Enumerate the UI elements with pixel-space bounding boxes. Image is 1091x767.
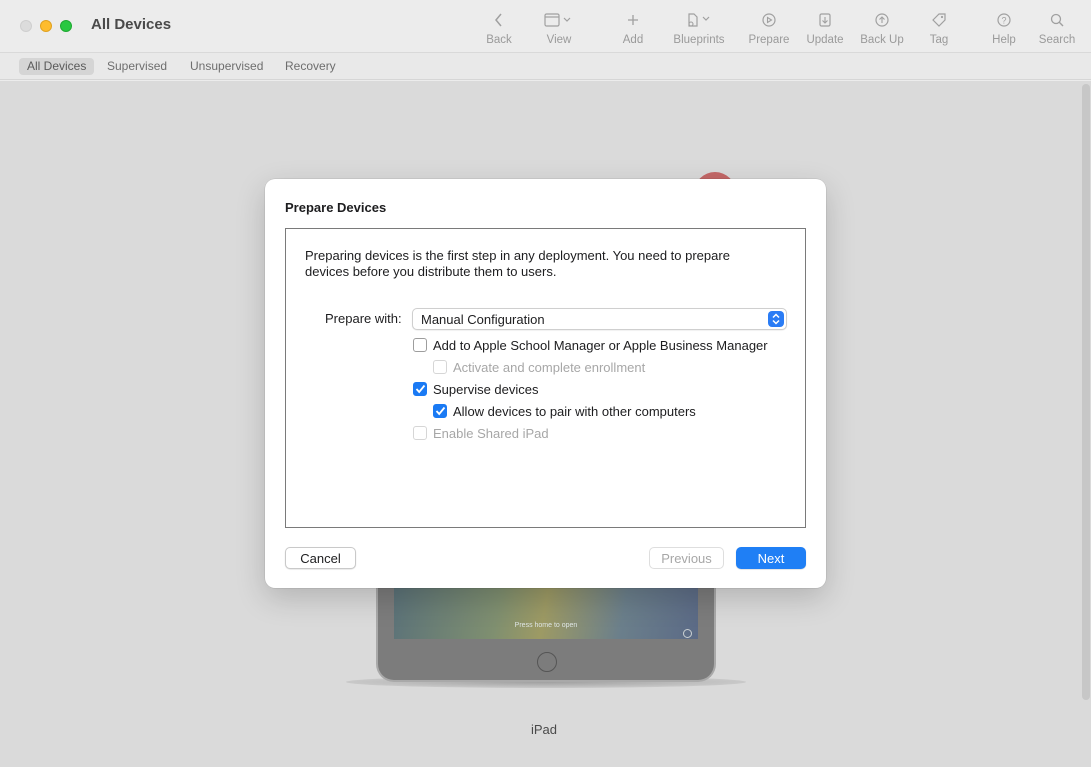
toolbar-tag-label: Tag xyxy=(929,34,949,46)
ipad-lock-text: Press home to open xyxy=(514,622,578,629)
filter-supervised[interactable]: Supervised xyxy=(99,58,175,75)
toolbar-update-label: Update xyxy=(806,34,844,46)
toolbar-add-button[interactable]: Add xyxy=(619,10,647,50)
window-title: All Devices xyxy=(91,16,172,33)
home-button-icon xyxy=(537,652,557,672)
toolbar-search-label: Search xyxy=(1038,34,1076,46)
checkbox-activate-enrollment xyxy=(433,360,447,374)
update-icon xyxy=(819,10,831,30)
option-shared-ipad-label: Enable Shared iPad xyxy=(433,425,549,441)
option-activate-enrollment-label: Activate and complete enrollment xyxy=(453,359,646,375)
toolbar-help-button[interactable]: ? Help xyxy=(990,10,1018,50)
cancel-button[interactable]: Cancel xyxy=(285,547,356,569)
blueprints-icon xyxy=(685,10,713,30)
svg-text:?: ? xyxy=(1001,16,1006,26)
filter-recovery[interactable]: Recovery xyxy=(277,58,344,75)
toolbar-view-label: View xyxy=(546,34,572,46)
chevron-left-icon xyxy=(494,10,504,30)
option-supervise[interactable]: Supervise devices xyxy=(413,380,539,398)
minimize-window-button[interactable] xyxy=(40,20,52,32)
checkbox-add-to-manager[interactable] xyxy=(413,338,427,352)
vertical-scrollbar[interactable] xyxy=(1082,84,1090,700)
backup-icon xyxy=(875,10,889,30)
prepare-icon xyxy=(762,10,776,30)
tag-icon xyxy=(931,10,947,30)
toolbar-backup-label: Back Up xyxy=(860,34,904,46)
toolbar-view-button[interactable]: View xyxy=(539,10,579,50)
checkmark-icon xyxy=(435,406,445,416)
option-allow-pair-label: Allow devices to pair with other compute… xyxy=(453,403,696,419)
toolbar-tag-button[interactable]: Tag xyxy=(925,10,953,50)
previous-button: Previous xyxy=(649,547,724,569)
toolbar-prepare-label: Prepare xyxy=(748,34,790,46)
plus-icon xyxy=(627,10,639,30)
prepare-with-value: Manual Configuration xyxy=(421,312,545,327)
prepare-with-popup[interactable]: Manual Configuration xyxy=(412,308,787,330)
toolbar-blueprints-label: Blueprints xyxy=(673,34,725,46)
toolbar-search-button[interactable]: Search xyxy=(1037,10,1077,50)
prepare-devices-dialog: Prepare Devices Preparing devices is the… xyxy=(265,179,826,588)
toolbar-add-label: Add xyxy=(622,34,644,46)
device-filter-bar: All Devices Supervised Unsupervised Reco… xyxy=(0,52,1091,80)
device-name-label: iPad xyxy=(530,722,558,737)
toolbar-update-button[interactable]: Update xyxy=(804,10,846,50)
toolbar-prepare-button[interactable]: Prepare xyxy=(747,10,791,50)
checkbox-supervise[interactable] xyxy=(413,382,427,396)
toolbar-help-label: Help xyxy=(992,34,1016,46)
option-allow-pair[interactable]: Allow devices to pair with other compute… xyxy=(433,402,696,420)
toolbar-blueprints-button[interactable]: Blueprints xyxy=(670,10,728,50)
toolbar-back-button[interactable]: Back xyxy=(485,10,513,50)
info-icon xyxy=(683,629,692,638)
option-activate-enrollment: Activate and complete enrollment xyxy=(433,358,645,376)
prepare-with-label: Prepare with: xyxy=(325,311,402,326)
checkbox-shared-ipad xyxy=(413,426,427,440)
filter-unsupervised[interactable]: Unsupervised xyxy=(182,58,271,75)
dialog-title: Prepare Devices xyxy=(285,200,387,215)
option-add-to-manager-label: Add to Apple School Manager or Apple Bus… xyxy=(433,337,768,353)
toolbar-back-label: Back xyxy=(486,34,512,46)
search-icon xyxy=(1050,10,1064,30)
help-icon: ? xyxy=(997,10,1011,30)
option-supervise-label: Supervise devices xyxy=(433,381,539,397)
popup-arrows-icon xyxy=(768,311,784,327)
checkmark-icon xyxy=(415,384,425,394)
zoom-window-button[interactable] xyxy=(60,20,72,32)
view-layout-icon xyxy=(544,10,574,30)
close-window-button[interactable] xyxy=(20,20,32,32)
filter-all-devices[interactable]: All Devices xyxy=(19,58,95,75)
toolbar-backup-button[interactable]: Back Up xyxy=(858,10,906,50)
checkbox-allow-pair[interactable] xyxy=(433,404,447,418)
option-add-to-manager[interactable]: Add to Apple School Manager or Apple Bus… xyxy=(413,336,768,354)
dialog-intro-text: Preparing devices is the first step in a… xyxy=(305,248,730,279)
option-shared-ipad: Enable Shared iPad xyxy=(413,424,549,442)
dialog-content-box: Preparing devices is the first step in a… xyxy=(285,228,806,528)
app-window: All Devices Back View Add Blueprints Pre… xyxy=(0,0,1091,767)
next-button[interactable]: Next xyxy=(736,547,806,569)
titlebar: All Devices Back View Add Blueprints Pre… xyxy=(0,0,1091,52)
